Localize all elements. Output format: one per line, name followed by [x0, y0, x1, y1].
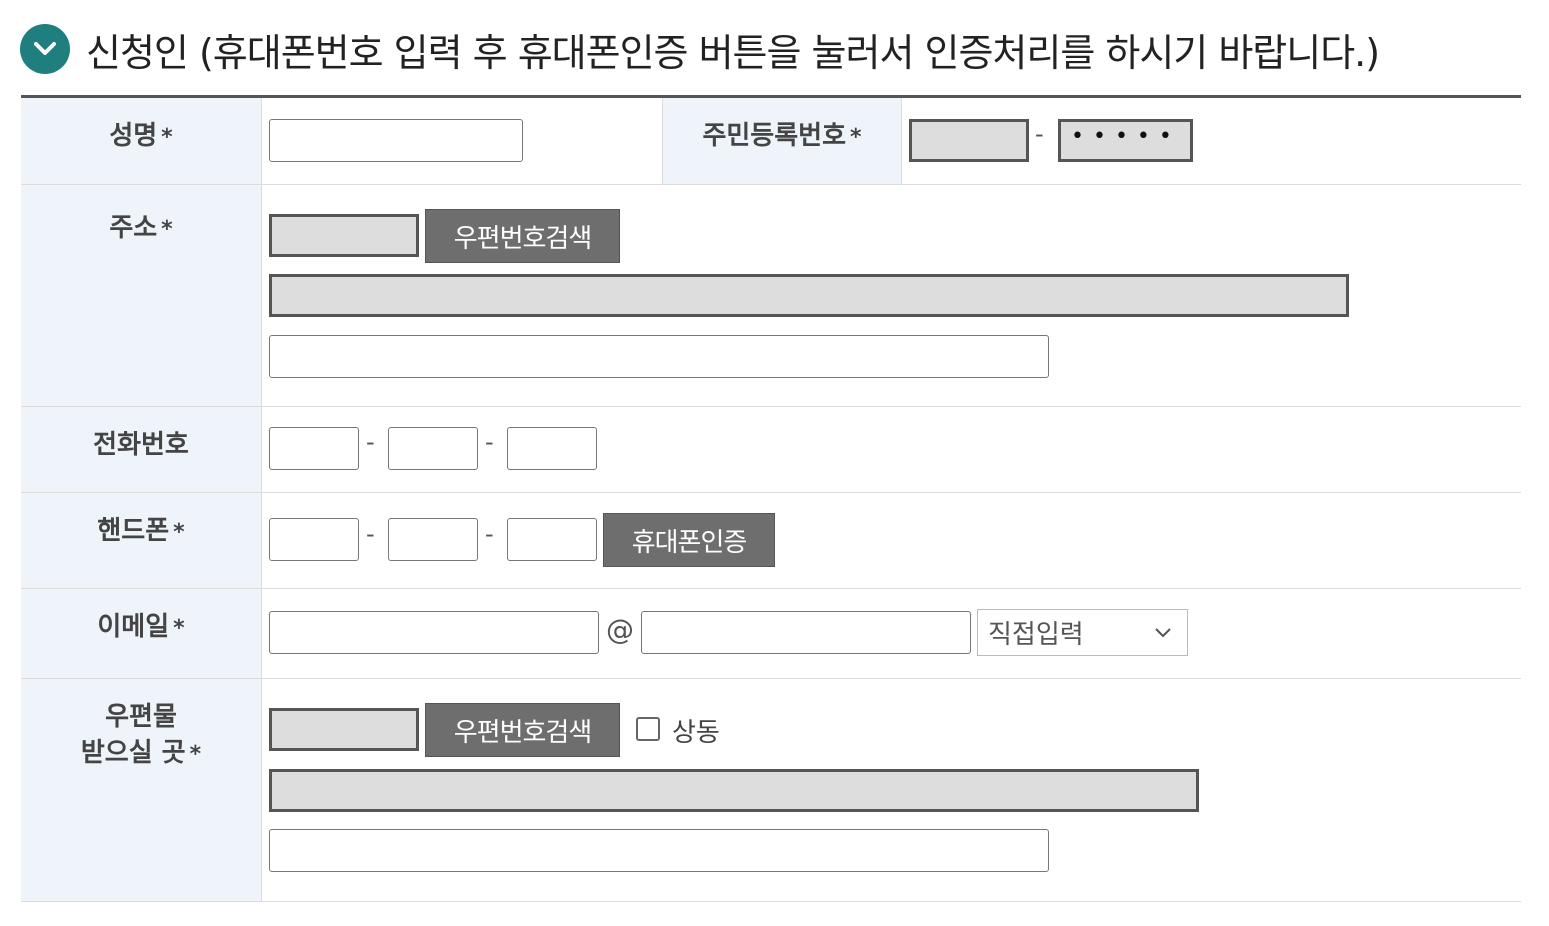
required-mark: * — [161, 125, 173, 150]
section-header: 신청인 (휴대폰번호 입력 후 휴대폰인증 버튼을 눌러서 인증처리를 하시기 … — [20, 22, 1380, 76]
email-label: 이메일 * — [21, 589, 262, 678]
row-phone: 전화번호 - - — [21, 407, 1521, 493]
same-as-above-checkbox[interactable] — [636, 717, 660, 741]
resident-number-dash: - — [1035, 120, 1044, 148]
mobile-dash: - — [366, 520, 375, 548]
mail-address-line2-input[interactable] — [269, 829, 1049, 872]
section-title: 신청인 (휴대폰번호 입력 후 휴대폰인증 버튼을 눌러서 인증처리를 하시기 … — [86, 30, 1380, 75]
resident-number-back-input[interactable]: ••••• — [1058, 119, 1193, 162]
mobile-label: 핸드폰 * — [21, 493, 262, 588]
resident-number-front-input[interactable] — [909, 119, 1029, 162]
phone-label: 전화번호 — [21, 407, 262, 492]
zip-search-button[interactable]: 우편번호검색 — [425, 209, 620, 263]
required-mark: * — [850, 125, 862, 150]
email-domain-select[interactable]: 직접입력 — [977, 609, 1188, 656]
email-domain-input[interactable] — [641, 611, 971, 654]
mobile-dash: - — [485, 520, 494, 548]
required-mark: * — [161, 217, 173, 242]
row-name: 성명 * 주민등록번호 * - ••••• — [21, 98, 1521, 185]
mobile-part2-input[interactable] — [388, 518, 478, 561]
required-mark: * — [189, 742, 202, 767]
mail-zip-search-button[interactable]: 우편번호검색 — [425, 703, 620, 757]
name-label: 성명 * — [21, 98, 262, 184]
required-mark: * — [173, 520, 185, 545]
phone-part2-input[interactable] — [388, 427, 478, 470]
phone-part1-input[interactable] — [269, 427, 359, 470]
name-input[interactable] — [269, 119, 523, 162]
mobile-part3-input[interactable] — [507, 518, 597, 561]
row-address: 주소 * 우편번호검색 — [21, 185, 1521, 407]
chevron-down-icon — [1155, 628, 1171, 638]
mobile-verify-button[interactable]: 휴대폰인증 — [603, 513, 775, 567]
chevron-down-icon[interactable] — [20, 24, 70, 74]
same-as-above-label[interactable]: 상동 — [672, 712, 720, 749]
address-line2-input[interactable] — [269, 335, 1049, 378]
phone-part3-input[interactable] — [507, 427, 597, 470]
email-local-input[interactable] — [269, 611, 599, 654]
row-mail-address: 우편물 받으실 곳 * 우편번호검색 상동 — [21, 679, 1521, 902]
mail-address-label: 우편물 받으실 곳 * — [21, 679, 262, 901]
address-zip-input[interactable] — [269, 214, 419, 257]
resident-number-label: 주민등록번호 * — [662, 98, 902, 184]
required-mark: * — [173, 616, 185, 641]
masked-value: ••••• — [1071, 124, 1181, 149]
phone-dash: - — [366, 428, 375, 456]
mail-zip-input[interactable] — [269, 708, 419, 751]
mail-address-line1-input[interactable] — [269, 769, 1199, 812]
mobile-part1-input[interactable] — [269, 518, 359, 561]
row-email: 이메일 * @ 직접입력 — [21, 589, 1521, 679]
row-mobile: 핸드폰 * - - 휴대폰인증 — [21, 493, 1521, 589]
phone-dash: - — [485, 428, 494, 456]
address-line1-input[interactable] — [269, 274, 1349, 317]
email-at-sign: @ — [606, 613, 634, 646]
address-label: 주소 * — [21, 185, 262, 406]
